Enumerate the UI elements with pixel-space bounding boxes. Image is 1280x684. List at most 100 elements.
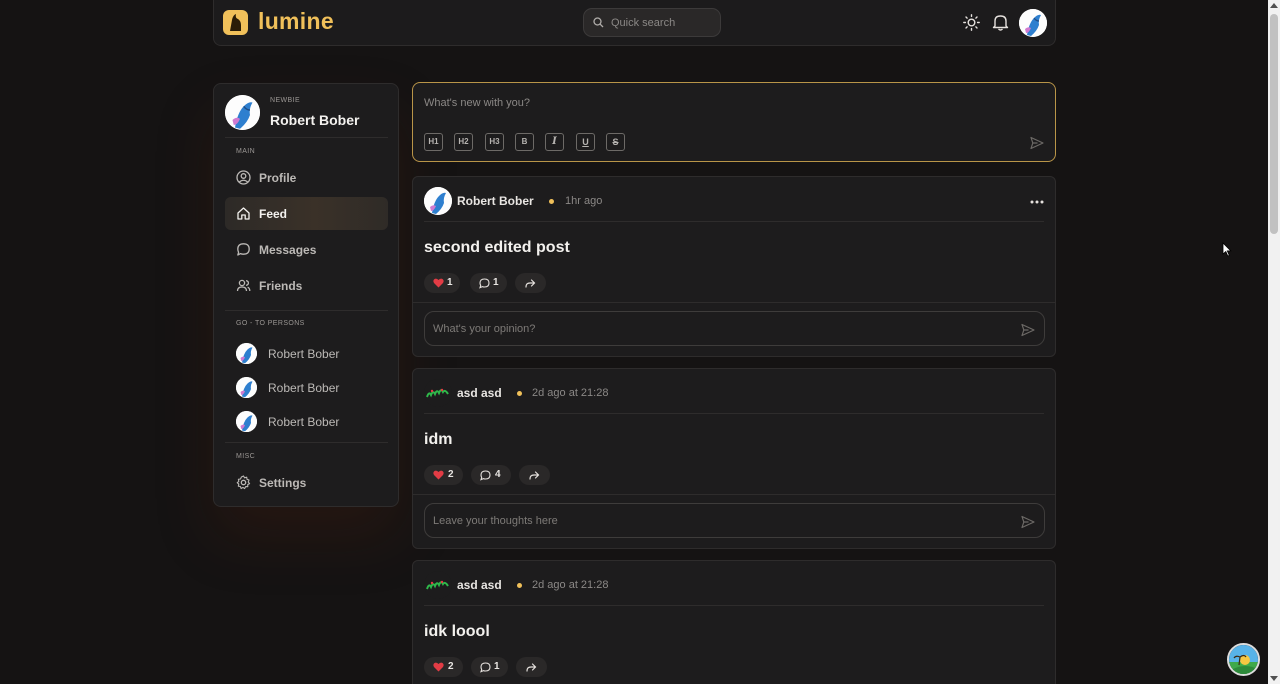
floating-widget-button[interactable] xyxy=(1227,643,1260,676)
reply-input[interactable] xyxy=(433,513,1003,529)
post-card: asd asd 2d ago at 21:28 idm 2 4 xyxy=(412,368,1056,549)
comment-icon xyxy=(480,470,491,481)
avatar[interactable] xyxy=(424,379,452,407)
section-label-main: MAIN xyxy=(236,148,256,155)
app-logo-text[interactable]: lumine xyxy=(258,8,334,35)
search-icon xyxy=(593,17,604,28)
like-count: 2 xyxy=(448,661,454,672)
mouse-cursor-icon xyxy=(1222,242,1232,257)
sidebar: NEWBIE Robert Bober MAIN Profile Feed Me… xyxy=(213,83,399,507)
sidebar-item-label: Friends xyxy=(259,279,303,293)
gear-icon xyxy=(236,475,251,490)
search-input[interactable] xyxy=(611,14,715,32)
divider xyxy=(413,494,1055,495)
bold-button[interactable]: B xyxy=(515,133,534,151)
strikethrough-button[interactable]: S xyxy=(606,133,625,151)
send-icon[interactable] xyxy=(1021,323,1035,337)
divider xyxy=(225,310,388,311)
bell-icon[interactable] xyxy=(992,13,1009,31)
scrollbar-thumb[interactable] xyxy=(1270,14,1278,234)
share-button[interactable] xyxy=(519,465,550,485)
like-button[interactable]: 1 xyxy=(424,273,460,293)
user-rank: NEWBIE xyxy=(270,97,301,104)
post-time: 1hr ago xyxy=(565,195,603,207)
status-dot xyxy=(549,199,554,204)
like-button[interactable]: 2 xyxy=(424,657,463,677)
avatar[interactable] xyxy=(1019,9,1047,37)
home-icon xyxy=(237,207,250,220)
section-label-misc: MISC xyxy=(236,453,256,460)
divider xyxy=(424,605,1044,606)
comment-count: 1 xyxy=(494,661,500,672)
person-item[interactable]: Robert Bober xyxy=(236,377,386,399)
sun-icon[interactable] xyxy=(963,14,980,31)
section-label-persons: GO - TO PERSONS xyxy=(236,320,305,327)
post-card: Robert Bober 1hr ago second edited post … xyxy=(412,176,1056,357)
post-author[interactable]: Robert Bober xyxy=(457,194,534,208)
avatar[interactable] xyxy=(225,95,260,130)
heart-icon xyxy=(433,278,444,288)
person-name: Robert Bober xyxy=(268,381,340,395)
divider xyxy=(424,413,1044,414)
user-name: Robert Bober xyxy=(270,112,360,128)
heading1-button[interactable]: H1 xyxy=(424,133,443,151)
post-time: 2d ago at 21:28 xyxy=(532,387,609,399)
heading2-button[interactable]: H2 xyxy=(454,133,473,151)
divider xyxy=(225,137,388,138)
post-author[interactable]: asd asd xyxy=(457,386,502,400)
scroll-up-arrow[interactable] xyxy=(1270,3,1278,8)
person-item[interactable]: Robert Bober xyxy=(236,411,386,433)
like-button[interactable]: 2 xyxy=(424,465,463,485)
person-item[interactable]: Robert Bober xyxy=(236,343,386,365)
avatar[interactable] xyxy=(424,187,452,215)
share-button[interactable] xyxy=(515,273,546,293)
post-title: idk loool xyxy=(424,623,490,640)
scroll-down-arrow[interactable] xyxy=(1270,676,1278,681)
post-card: asd asd 2d ago at 21:28 idk loool 2 1 xyxy=(412,560,1056,684)
sidebar-item-label: Feed xyxy=(259,207,288,221)
avatar xyxy=(236,411,257,432)
avatar xyxy=(236,343,257,364)
page-scrollbar[interactable] xyxy=(1268,0,1280,684)
like-count: 1 xyxy=(447,277,453,288)
sidebar-item-friends[interactable]: Friends xyxy=(225,269,388,302)
sidebar-item-messages[interactable]: Messages xyxy=(225,233,388,266)
post-title: idm xyxy=(424,431,453,448)
logo-icon[interactable] xyxy=(223,10,248,35)
person-name: Robert Bober xyxy=(268,347,340,361)
sidebar-item-profile[interactable]: Profile xyxy=(225,161,388,194)
composer-placeholder[interactable]: What's new with you? xyxy=(424,97,530,109)
reply-field[interactable] xyxy=(424,311,1045,346)
heart-icon xyxy=(433,662,444,672)
sidebar-item-settings[interactable]: Settings xyxy=(225,466,388,499)
comment-button[interactable]: 1 xyxy=(471,657,508,677)
send-icon[interactable] xyxy=(1030,136,1044,150)
share-icon xyxy=(526,663,537,672)
like-count: 2 xyxy=(448,469,454,480)
share-icon xyxy=(529,471,540,480)
comment-button[interactable]: 4 xyxy=(471,465,511,485)
comment-count: 1 xyxy=(493,277,499,288)
avatar[interactable] xyxy=(424,571,452,599)
post-time: 2d ago at 21:28 xyxy=(532,579,609,591)
underline-button[interactable]: U xyxy=(576,133,595,151)
more-options-icon[interactable] xyxy=(1030,200,1044,204)
italic-button[interactable]: I xyxy=(545,133,564,151)
heart-icon xyxy=(433,470,444,480)
person-name: Robert Bober xyxy=(268,415,340,429)
share-icon xyxy=(525,279,536,288)
post-composer[interactable]: What's new with you? H1 H2 H3 B I U S xyxy=(412,82,1056,162)
share-button[interactable] xyxy=(516,657,547,677)
comment-count: 4 xyxy=(495,469,501,480)
sidebar-item-feed[interactable]: Feed xyxy=(225,197,388,230)
heading3-button[interactable]: H3 xyxy=(485,133,504,151)
post-author[interactable]: asd asd xyxy=(457,578,502,592)
quick-search[interactable] xyxy=(583,8,721,37)
reply-field[interactable] xyxy=(424,503,1045,538)
status-dot xyxy=(517,583,522,588)
comment-button[interactable]: 1 xyxy=(470,273,507,293)
reply-input[interactable] xyxy=(433,321,1003,337)
send-icon[interactable] xyxy=(1021,515,1035,529)
post-title: second edited post xyxy=(424,239,570,256)
user-circle-icon xyxy=(236,170,251,185)
